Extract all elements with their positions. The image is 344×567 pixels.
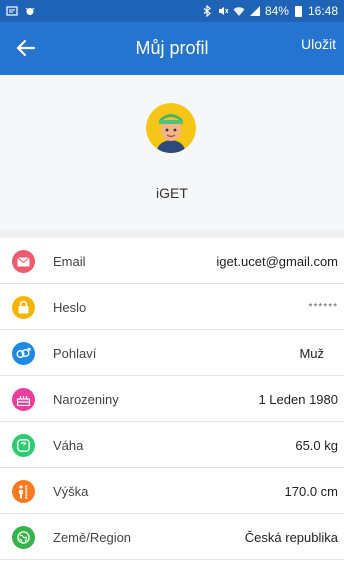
field-label: Narozeniny	[53, 392, 119, 407]
bug-icon	[24, 5, 36, 17]
mail-icon	[12, 250, 35, 273]
height-icon	[12, 480, 35, 503]
globe-icon	[12, 526, 35, 549]
field-region[interactable]: Země/Region Česká republika	[0, 514, 344, 560]
battery-percent: 84%	[264, 4, 289, 18]
username: iGET	[156, 185, 188, 201]
avatar[interactable]	[146, 103, 196, 153]
lock-icon	[12, 296, 35, 319]
page-title: Můj profil	[135, 38, 209, 58]
bluetooth-icon	[201, 4, 213, 18]
field-label: Heslo	[53, 300, 87, 315]
field-value: ******	[308, 302, 338, 313]
field-email[interactable]: Email iget.ucet@gmail.com	[0, 238, 344, 284]
signal-icon	[249, 5, 261, 17]
field-label: Email	[53, 254, 86, 269]
gender-icon	[12, 342, 35, 365]
scale-icon	[12, 434, 35, 457]
field-label: Pohlaví	[53, 346, 97, 361]
status-bar: 84% 16:48	[0, 0, 344, 22]
save-button[interactable]: Uložit	[301, 36, 336, 52]
profile-header: iGET	[0, 75, 344, 230]
field-value: 170.0 cm	[284, 484, 338, 499]
field-label: Váha	[53, 438, 84, 453]
field-value: 1 Leden 1980	[258, 392, 338, 407]
clock: 16:48	[307, 4, 338, 18]
field-weight[interactable]: Váha 65.0 kg	[0, 422, 344, 468]
profile-fields: Email iget.ucet@gmail.com Heslo ****** P…	[0, 238, 344, 560]
field-label: Země/Region	[53, 530, 132, 545]
notification-icon	[6, 5, 18, 17]
cake-icon	[12, 388, 35, 411]
field-value: Muž	[299, 346, 324, 361]
field-gender[interactable]: Pohlaví Muž	[0, 330, 344, 376]
field-value: Česká republika	[244, 530, 338, 545]
field-password[interactable]: Heslo ******	[0, 284, 344, 330]
app-bar: Můj profil Uložit	[0, 22, 344, 75]
field-label: Výška	[53, 484, 89, 499]
mute-icon	[217, 5, 229, 17]
wifi-icon	[233, 5, 245, 17]
battery-icon	[294, 5, 302, 17]
field-value: 65.0 kg	[295, 438, 338, 453]
field-birthday[interactable]: Narozeniny 1 Leden 1980	[0, 376, 344, 422]
section-divider	[0, 230, 344, 238]
field-height[interactable]: Výška 170.0 cm	[0, 468, 344, 514]
field-value: iget.ucet@gmail.com	[216, 254, 338, 269]
